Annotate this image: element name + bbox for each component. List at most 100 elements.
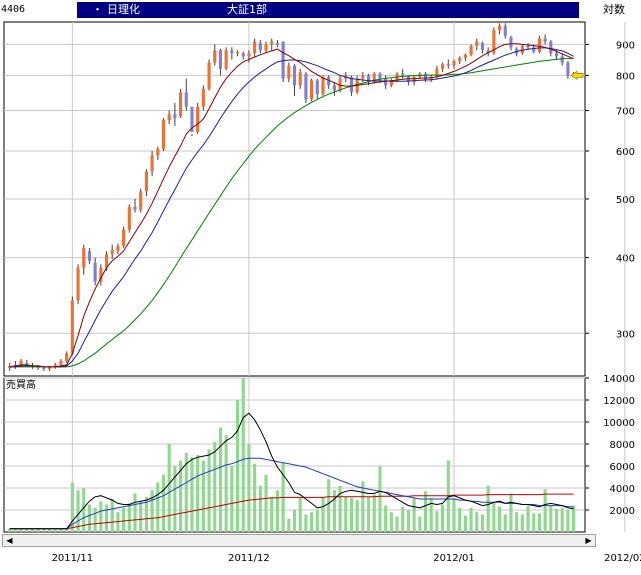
horizontal-scrollbar[interactable]: ◀ ▶ xyxy=(2,534,596,547)
candle-up xyxy=(298,72,302,86)
volume-panel-frame xyxy=(3,377,586,533)
candle-up xyxy=(469,45,473,55)
volume-bar xyxy=(435,511,439,532)
volume-bar xyxy=(566,510,570,532)
candle-up xyxy=(287,65,291,79)
volume-bar xyxy=(235,400,240,532)
volume-bar xyxy=(110,499,114,532)
candle-down xyxy=(275,42,279,45)
volume-bar xyxy=(310,512,314,532)
volume-bar xyxy=(253,463,257,532)
candle-up xyxy=(127,206,131,230)
volume-bar xyxy=(258,485,262,532)
volume-bar xyxy=(87,504,92,532)
candle-down xyxy=(258,42,262,51)
candle-down xyxy=(133,206,137,210)
price-tick-label: 800 xyxy=(616,71,635,82)
log-scale-button[interactable]: 対数 xyxy=(589,2,639,18)
volume-bar xyxy=(532,513,536,532)
stock-name-bar: ・ 日理化 大証1部 xyxy=(77,2,579,18)
title-bar: 4406 ・ 日理化 大証1部 対数 xyxy=(0,2,641,18)
candle-up xyxy=(207,62,211,89)
candle-down xyxy=(93,262,97,282)
scroll-right-arrow-icon[interactable]: ▶ xyxy=(583,535,594,546)
volume-bar xyxy=(93,507,97,532)
volume-bar xyxy=(196,455,200,532)
volume-bar xyxy=(412,497,416,532)
candle-up xyxy=(458,57,462,61)
candle-up xyxy=(253,41,257,54)
candle-up xyxy=(264,44,268,51)
volume-bar xyxy=(167,444,171,532)
candle-up xyxy=(156,148,160,156)
candle-up xyxy=(463,54,467,58)
candle-down xyxy=(509,37,513,48)
candle-down xyxy=(423,73,428,81)
price-tick-label: 700 xyxy=(616,106,635,117)
volume-bar xyxy=(224,435,228,532)
volume-bar xyxy=(99,501,103,532)
candle-up xyxy=(452,60,456,66)
candle-down xyxy=(218,50,223,69)
volume-bar xyxy=(526,505,530,532)
candle-down xyxy=(480,42,485,51)
candle-up xyxy=(161,120,166,149)
volume-bar xyxy=(406,510,410,532)
volume-bar xyxy=(76,490,80,532)
volume-bar xyxy=(441,504,445,532)
volume-bar xyxy=(423,491,428,532)
candle-up xyxy=(201,88,205,107)
candle-up xyxy=(122,229,126,247)
candle-down xyxy=(543,38,547,42)
volume-bar xyxy=(480,514,485,532)
candle-down xyxy=(401,73,405,76)
volume-bar xyxy=(122,507,126,532)
candle-down xyxy=(173,114,177,119)
price-tick-label: 400 xyxy=(616,254,635,265)
candle-up xyxy=(110,249,114,255)
candle-up xyxy=(361,75,365,79)
candle-down xyxy=(87,251,92,261)
price-tick-label: 300 xyxy=(616,329,635,340)
candle-up xyxy=(213,50,217,63)
candle-down xyxy=(446,64,450,66)
candle-up xyxy=(441,64,445,69)
volume-tick-label: 12000 xyxy=(603,396,635,407)
volume-bar xyxy=(270,496,274,532)
candle-down xyxy=(304,73,308,100)
volume-bar xyxy=(230,466,234,532)
candle-up xyxy=(179,92,183,117)
scroll-left-arrow-icon[interactable]: ◀ xyxy=(4,535,15,546)
candle-up xyxy=(321,77,325,95)
candle-up xyxy=(82,247,86,268)
volume-bar xyxy=(207,449,211,532)
volume-bar xyxy=(218,427,223,532)
candle-up xyxy=(497,26,502,31)
volume-bar xyxy=(509,493,513,532)
volume-bar xyxy=(503,514,507,532)
market-name: 大証1部 xyxy=(227,3,267,16)
volume-bar xyxy=(161,474,166,532)
price-tick-label: 600 xyxy=(616,147,635,158)
volume-bar xyxy=(492,502,496,532)
volume-bar xyxy=(287,518,291,532)
volume-bar xyxy=(520,514,524,532)
candle-down xyxy=(332,85,336,91)
x-tick-label: 2012/02 xyxy=(604,553,641,564)
volume-tick-label: 6000 xyxy=(610,462,635,473)
candle-down xyxy=(384,78,388,86)
candle-down xyxy=(378,73,382,79)
volume-bar xyxy=(537,513,541,532)
volume-bar xyxy=(463,515,467,532)
volume-bar xyxy=(349,497,354,532)
volume-bar xyxy=(298,496,302,532)
stock-chart: 300 400 500 600 700 800 900 2000 4000 6000 8000 100… xyxy=(3,21,635,533)
candle-down xyxy=(184,92,188,107)
volume-tick-label: 8000 xyxy=(610,440,635,451)
volume-bar xyxy=(344,496,348,532)
candle-down xyxy=(292,65,297,86)
volume-bar xyxy=(247,444,251,532)
volume-bar xyxy=(139,501,143,532)
volume-bar xyxy=(497,506,502,532)
volume-bar xyxy=(156,482,160,532)
